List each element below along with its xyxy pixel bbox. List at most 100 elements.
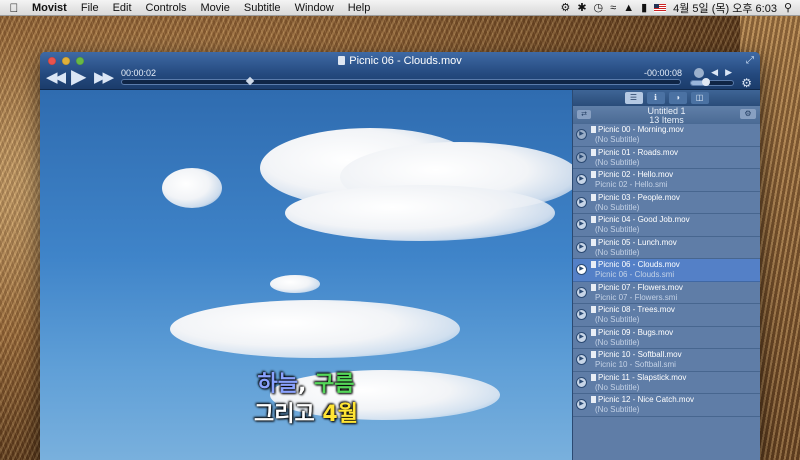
playlist-item-title-text: Picnic 00 - Morning.mov <box>598 125 684 134</box>
playlist-item-subtitle: (No Subtitle) <box>595 247 640 257</box>
playlist-item-title: Picnic 11 - Slapstick.mov <box>591 373 686 382</box>
input-source-flag-icon[interactable] <box>654 3 667 12</box>
status-app-icon[interactable]: ⚙ <box>560 1 570 14</box>
playlist-item[interactable]: ▶ Picnic 05 - Lunch.mov (No Subtitle) <box>573 237 760 259</box>
play-button[interactable]: ▶ <box>71 64 86 89</box>
subtitle-line-2: 그리고 4월 <box>40 396 572 428</box>
playlist-item-title-text: Picnic 12 - Nice Catch.mov <box>598 395 695 404</box>
playlist-item[interactable]: ▶ Picnic 10 - Softball.mov Picnic 10 - Sof… <box>573 349 760 372</box>
remaining-time[interactable]: -00:00:08 <box>644 68 682 78</box>
play-item-icon[interactable]: ▶ <box>576 331 587 343</box>
playlist-list[interactable]: ▶ Picnic 00 - Morning.mov (No Subtitle) ▶ P… <box>573 124 760 417</box>
play-item-icon[interactable]: ▶ <box>576 174 587 185</box>
menu-subtitle[interactable]: Subtitle <box>237 2 288 14</box>
video-area[interactable]: 하늘, 구름 그리고 4월 <box>40 90 572 460</box>
menu-window[interactable]: Window <box>288 2 341 14</box>
playlist-item-subtitle: (No Subtitle) <box>595 315 640 324</box>
playlist-item-subtitle: (No Subtitle) <box>595 202 640 212</box>
playlist-item-subtitle: (No Subtitle) <box>595 135 640 144</box>
info-tab-icon[interactable]: ℹ <box>646 92 665 104</box>
audio-track-icon[interactable] <box>694 67 705 78</box>
document-icon <box>591 171 596 178</box>
fullscreen-icon[interactable]: ⤢ <box>746 55 754 66</box>
spotlight-search-icon[interactable]: ⚲ <box>784 1 792 14</box>
cloud-shape <box>285 185 555 241</box>
play-item-icon[interactable]: ▶ <box>576 219 587 230</box>
rewind-button[interactable]: ◀◀ <box>46 68 66 86</box>
volume-icon[interactable]: ▲ <box>623 2 634 14</box>
play-item-icon[interactable]: ▶ <box>576 241 587 253</box>
playlist-item[interactable]: ▶ Picnic 07 - Flowers.mov Picnic 07 - Flow… <box>573 282 760 304</box>
subtitle-word: 구름 <box>314 372 355 397</box>
playlist-item[interactable]: ▶ Picnic 12 - Nice Catch.mov (No Subtitle) <box>573 394 760 417</box>
playlist-item-title-text: Picnic 02 - Hello.mov <box>598 170 674 179</box>
preferences-tab-icon[interactable]: ◑ <box>668 92 687 104</box>
menu-help[interactable]: Help <box>341 2 378 14</box>
playlist-item[interactable]: ▶ Picnic 09 - Bugs.mov (No Subtitle) <box>573 327 760 349</box>
previous-movie-icon[interactable]: ◀ <box>711 67 718 78</box>
play-item-icon[interactable]: ▶ <box>576 151 587 163</box>
menu-movie[interactable]: Movie <box>194 2 237 14</box>
time-machine-icon[interactable]: ◷ <box>594 1 604 14</box>
playlist-item[interactable]: ▶ Picnic 01 - Roads.mov (No Subtitle) <box>573 147 760 169</box>
playlist-item-title-text: Picnic 11 - Slapstick.mov <box>598 372 687 382</box>
menubar-clock[interactable]: 4월 5일 (목) 오후 6:03 <box>673 0 777 16</box>
playlist-item[interactable]: ▶ Picnic 00 - Morning.mov (No Subtitle) <box>573 124 760 147</box>
playlist-tab-icon[interactable]: ☰ <box>624 92 643 104</box>
playlist-item-title: Picnic 05 - Lunch.mov <box>591 238 677 247</box>
bluetooth-icon[interactable]: ✱ <box>577 1 586 14</box>
playlist-item-subtitle: Picnic 02 - Hello.smi <box>595 180 668 189</box>
play-item-icon[interactable]: ▶ <box>576 376 587 388</box>
playlist-item-subtitle: (No Subtitle) <box>595 157 640 167</box>
volume-knob[interactable] <box>702 78 710 86</box>
playlist-tabs: ☰ ℹ ◑ ◫ <box>573 90 760 106</box>
fast-forward-button[interactable]: ▶▶ <box>94 68 114 86</box>
elapsed-time: 00:00:02 <box>121 68 157 78</box>
document-icon <box>591 328 596 336</box>
playlist-gear-icon[interactable]: ⚙ <box>740 109 756 119</box>
playlist-item[interactable]: ▶ Picnic 11 - Slapstick.mov (No Subtitle) <box>573 372 760 394</box>
playlist-item-title: Picnic 12 - Nice Catch.mov <box>591 395 694 404</box>
play-item-icon[interactable]: ▶ <box>576 399 587 410</box>
menu-app-name[interactable]: Movist <box>28 2 74 14</box>
battery-icon[interactable]: ▮ <box>641 1 647 14</box>
title-bar: Picnic 06 - Clouds.mov ⤢ ◀◀ ▶ ▶▶ 00:00:0… <box>40 52 760 90</box>
playlist-item-title: Picnic 01 - Roads.mov <box>591 148 678 157</box>
gear-icon[interactable]: ⚙ <box>741 76 752 90</box>
menu-bar:  Movist File Edit Controls Movie Subtit… <box>0 0 800 16</box>
window-title-text: Picnic 06 - Clouds.mov <box>349 55 462 67</box>
play-item-icon[interactable]: ▶ <box>576 264 587 275</box>
sidebar-tab-icon[interactable]: ◫ <box>690 92 709 104</box>
playlist-item-title: Picnic 00 - Morning.mov <box>591 125 684 134</box>
document-icon <box>591 126 596 133</box>
playlist-item[interactable]: ▶ Picnic 04 - Good Job.mov (No Subtitle) <box>573 214 760 237</box>
document-icon <box>591 351 596 358</box>
subtitle-word: 4월 <box>322 402 358 427</box>
playlist-item-subtitle: (No Subtitle) <box>595 225 640 234</box>
menu-file[interactable]: File <box>74 2 106 14</box>
playlist-item[interactable]: ▶ Picnic 08 - Trees.mov (No Subtitle) <box>573 304 760 327</box>
volume-slider[interactable] <box>690 80 734 86</box>
next-movie-icon[interactable]: ▶ <box>725 67 732 78</box>
playlist-item-subtitle: Picnic 06 - Clouds.smi <box>595 270 675 279</box>
playlist-header: ⇄ Untitled 1 13 Items ⚙ <box>573 106 760 125</box>
play-item-icon[interactable]: ▶ <box>576 129 587 140</box>
playlist-item-subtitle: (No Subtitle) <box>595 337 640 347</box>
cloud-shape <box>162 168 222 208</box>
play-item-icon[interactable]: ▶ <box>576 354 587 365</box>
playlist-item-title: Picnic 03 - People.mov <box>591 193 680 202</box>
playlist-item-current[interactable]: ▶ Picnic 06 - Clouds.mov Picnic 06 - Cloud… <box>573 259 760 282</box>
playlist-repeat-icon[interactable]: ⇄ <box>577 110 591 119</box>
play-item-icon[interactable]: ▶ <box>576 286 587 298</box>
apple-menu-icon[interactable]:  <box>0 1 28 15</box>
playlist-item-title-text: Picnic 08 - Trees.mov <box>598 305 675 314</box>
menu-edit[interactable]: Edit <box>106 2 139 14</box>
playlist-item[interactable]: ▶ Picnic 03 - People.mov (No Subtitle) <box>573 192 760 214</box>
playlist-item[interactable]: ▶ Picnic 02 - Hello.mov Picnic 02 - Hello.… <box>573 169 760 192</box>
subtitle-word: 하늘 <box>257 372 298 397</box>
seek-bar[interactable] <box>121 79 681 85</box>
play-item-icon[interactable]: ▶ <box>576 196 587 208</box>
wifi-icon[interactable]: ≈ <box>610 2 616 14</box>
play-item-icon[interactable]: ▶ <box>576 309 587 320</box>
menu-controls[interactable]: Controls <box>139 2 194 14</box>
